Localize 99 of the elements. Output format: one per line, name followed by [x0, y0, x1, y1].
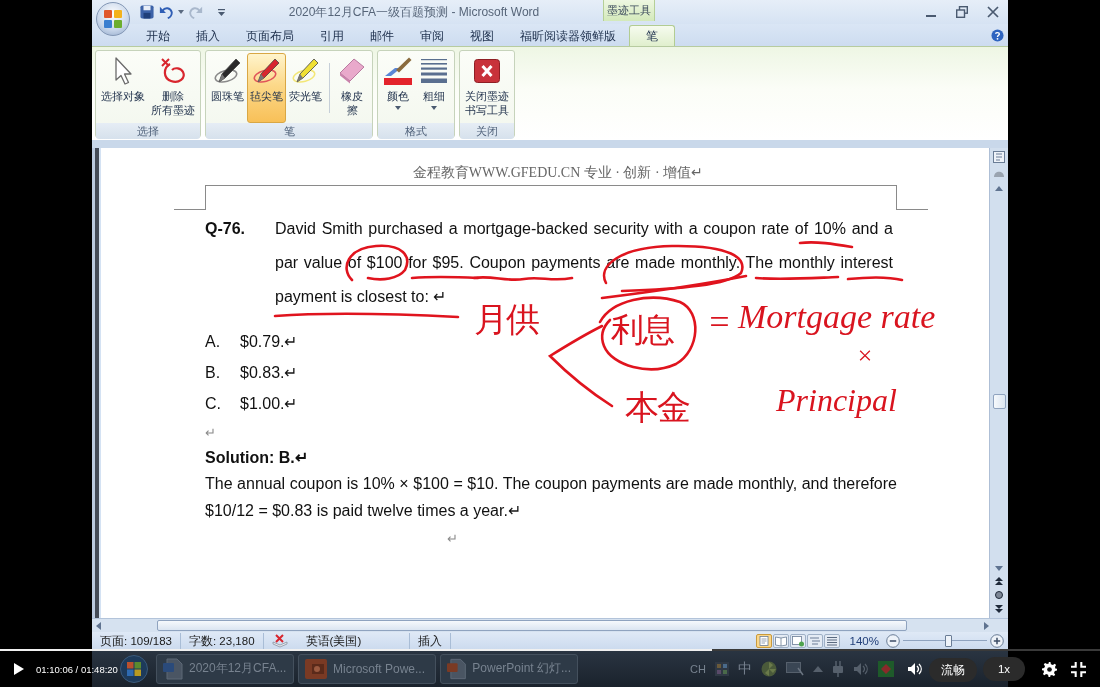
scroll-down-icon[interactable] [995, 566, 1003, 571]
ribbon-button[interactable]: 荧光笔 [286, 53, 325, 123]
scroll-left-icon[interactable] [96, 621, 101, 630]
handwritten-note: 本金 [625, 390, 689, 424]
paragraph-mark: ↵ [447, 531, 458, 546]
ime-mode[interactable]: 中 [737, 659, 752, 678]
scroll-thumb[interactable] [157, 620, 907, 631]
ribbon-tab[interactable]: 福昕阅读器领鲜版 [507, 25, 629, 46]
group-label: 笔 [206, 123, 372, 139]
option-letter: A. [205, 332, 222, 352]
option-letter: C. [205, 394, 222, 414]
solution-text: The annual coupon is 10% × $100 = $10. The coupon payments are made monthly, and therefore $10/12 = $0.83 is paid twelve times a year.↵ [205, 474, 897, 521]
proofing-book-icon[interactable] [271, 634, 288, 648]
window-title: 2020年12月CFA一级百题预测 - Microsoft Word [287, 3, 541, 21]
close-icon[interactable] [987, 6, 999, 18]
slider-thumb[interactable] [944, 635, 952, 647]
pen-icon [253, 57, 280, 85]
ribbon-tab[interactable]: 开始 [133, 25, 183, 46]
cursor-arrow-icon [114, 57, 132, 85]
input-language[interactable]: CH [690, 662, 706, 675]
playback-time: 01:10:06 / 01:48:20 [36, 663, 118, 675]
open-book-icon[interactable] [772, 634, 789, 648]
zoom-out-icon[interactable] [886, 634, 900, 648]
scroll-right-icon[interactable] [984, 621, 989, 630]
fullscreen-icon[interactable] [1071, 661, 1086, 677]
ribbon-tab[interactable]: 引用 [307, 25, 357, 46]
volume-icon[interactable] [907, 662, 923, 676]
next-page-icon[interactable] [995, 605, 1003, 613]
close-icon [474, 57, 500, 85]
help-icon[interactable] [991, 28, 1004, 42]
speed-button[interactable]: 1x [983, 657, 1025, 681]
lasso-cross-icon [159, 57, 187, 85]
document-icon [163, 657, 183, 680]
ribbon-button[interactable]: 粗细 [416, 53, 452, 123]
caret-icon[interactable] [178, 10, 184, 14]
pen-icon [214, 57, 241, 85]
print-layout-icon[interactable] [755, 634, 772, 648]
handwritten-note: Mortgage rate [738, 300, 936, 334]
solution-heading: Solution: B.↵ [205, 448, 309, 468]
contextual-tab-label: 墨迹工具 [603, 0, 655, 21]
previous-page-icon[interactable] [995, 577, 1003, 585]
ribbon-button[interactable]: 选择对象 [98, 53, 148, 123]
ribbon-button[interactable]: 橡皮擦 [334, 53, 370, 123]
handwritten-note: Principal [776, 384, 897, 416]
monitor-icon[interactable] [785, 661, 804, 676]
group-label: 格式 [378, 123, 454, 139]
ribbon-button[interactable]: 毡尖笔 [247, 53, 286, 123]
speaker-icon[interactable] [852, 661, 869, 676]
zoom-level[interactable]: 140% [849, 635, 879, 647]
handwritten-note: × [856, 343, 874, 369]
restore-icon[interactable] [956, 6, 968, 18]
option-letter: B. [205, 363, 222, 383]
ribbon-tab[interactable]: 页面布局 [233, 25, 307, 46]
browse-object-icon[interactable] [995, 591, 1003, 599]
scroll-up-icon[interactable] [995, 186, 1003, 191]
chevron-up-icon[interactable] [812, 665, 823, 672]
quality-button[interactable]: 流畅 [929, 658, 977, 682]
ribbon-button[interactable]: 圆珠笔 [208, 53, 247, 123]
option-text: $0.83.↵ [240, 363, 298, 383]
grid-icon[interactable] [714, 661, 729, 676]
ruler-toggle-icon[interactable] [993, 151, 1005, 163]
question-number: Q-76. [205, 219, 246, 239]
paint-brush-icon [384, 57, 412, 85]
scroll-thumb[interactable] [992, 394, 1006, 409]
handwritten-note: = [707, 304, 732, 340]
ribbon-button[interactable]: 删除所有墨迹 [148, 53, 198, 123]
ribbon-tab[interactable]: 视图 [457, 25, 507, 46]
pinwheel-icon[interactable] [760, 660, 777, 677]
highlighter-icon [292, 57, 319, 85]
ribbon-button[interactable]: 关闭墨迹书写工具 [462, 53, 512, 123]
ribbon-tab[interactable]: 邮件 [357, 25, 407, 46]
document-icon [447, 657, 467, 680]
ribbon-tab[interactable]: 插入 [183, 25, 233, 46]
start-orb-icon[interactable] [120, 654, 148, 683]
option-text: $0.79.↵ [240, 332, 298, 352]
ribbon-tab[interactable]: 审阅 [407, 25, 457, 46]
paragraph-mark: ↵ [205, 425, 216, 440]
play-icon[interactable] [14, 663, 24, 675]
office-logo-icon [104, 10, 122, 28]
draft-lines-icon[interactable] [823, 634, 840, 648]
save-icon[interactable] [140, 5, 154, 19]
ribbon-button[interactable]: 颜色 [380, 53, 416, 123]
page-header-text: 金程教育WWW.GFEDU.CN 专业 · 创新 · 增值↵ [411, 164, 705, 182]
zoom-in-icon[interactable] [990, 634, 1004, 648]
handwritten-note: 月供 [474, 302, 538, 336]
ribbon-tab[interactable]: 笔 [629, 25, 675, 46]
group-label: 选择 [96, 123, 200, 139]
line-weight-icon [421, 57, 447, 85]
web-page-icon[interactable] [789, 634, 806, 648]
eraser-icon [339, 57, 365, 85]
zoom-slider[interactable] [903, 635, 987, 647]
presentation-icon [305, 658, 327, 679]
undo-icon[interactable] [159, 5, 173, 19]
group-label: 关闭 [460, 123, 514, 139]
plug-icon[interactable] [831, 660, 844, 677]
settings-icon[interactable] [1042, 661, 1057, 677]
option-text: $1.00.↵ [240, 394, 298, 414]
customize-caret-icon[interactable] [218, 8, 225, 16]
handwritten-note: 利息 [611, 313, 673, 346]
